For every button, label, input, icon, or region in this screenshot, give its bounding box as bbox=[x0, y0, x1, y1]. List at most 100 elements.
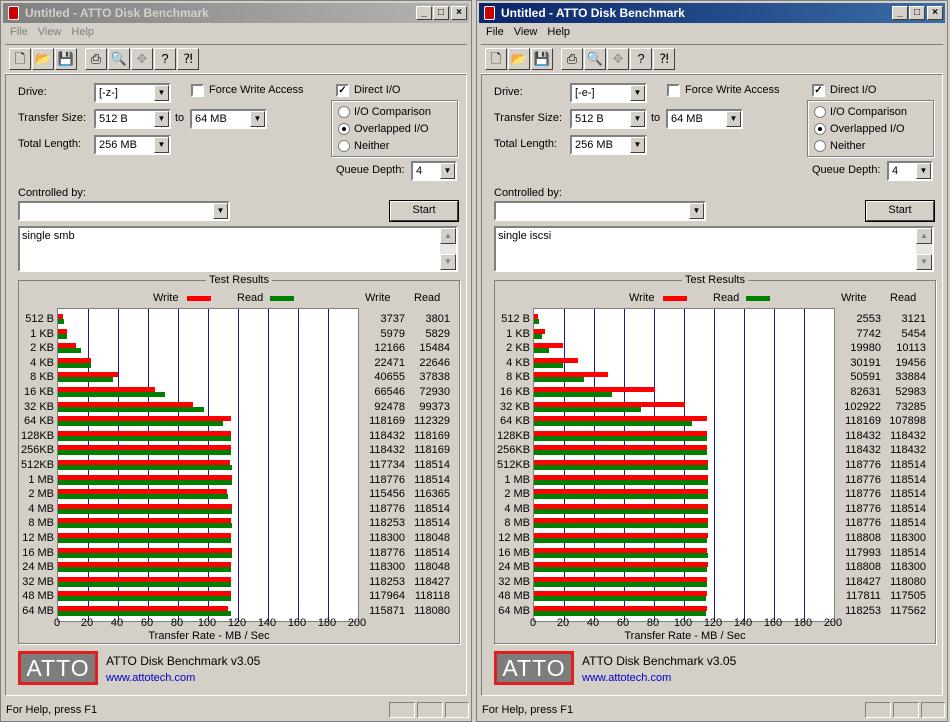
force-write-checkbox[interactable] bbox=[191, 84, 204, 97]
status-text: For Help, press F1 bbox=[482, 704, 574, 716]
write-value: 12166 bbox=[374, 342, 405, 355]
window-title: Untitled - ATTO Disk Benchmark bbox=[501, 6, 685, 20]
write-value: 92478 bbox=[374, 400, 405, 413]
toolbar: 🗋 📂 💾 ⎙ 🔍 ✥ ? ⁈ bbox=[481, 44, 943, 74]
help-icon[interactable]: ? bbox=[154, 48, 176, 70]
write-value: 82631 bbox=[850, 386, 881, 398]
io-comparison-radio[interactable] bbox=[814, 106, 826, 118]
save-icon[interactable]: 💾 bbox=[531, 48, 553, 70]
menu-help[interactable]: Help bbox=[542, 24, 575, 40]
controlled-by-select[interactable]: ▼ bbox=[494, 201, 706, 221]
menu-help[interactable]: Help bbox=[66, 24, 99, 40]
queue-depth-select[interactable]: 4 ▼ bbox=[411, 161, 457, 181]
context-help-icon[interactable]: ⁈ bbox=[177, 48, 199, 70]
menu-bar: File View Help bbox=[5, 24, 99, 42]
x-tick-label: 60 bbox=[616, 617, 630, 629]
category-label: 48 MB bbox=[498, 590, 530, 603]
start-button[interactable]: Start bbox=[865, 200, 935, 222]
category-label: 512 B bbox=[25, 313, 54, 325]
start-button[interactable]: Start bbox=[389, 200, 459, 222]
status-bar: For Help, press F1 bbox=[479, 701, 945, 719]
total-length-select[interactable]: 256 MB ▼ bbox=[94, 135, 171, 155]
write-value: 118432 bbox=[369, 444, 405, 457]
neither-radio[interactable] bbox=[338, 140, 350, 152]
drive-select[interactable]: [-e-] ▼ bbox=[570, 83, 647, 103]
save-icon[interactable]: 💾 bbox=[55, 48, 77, 70]
close-button[interactable]: × bbox=[451, 6, 467, 20]
context-help-icon[interactable]: ⁈ bbox=[653, 48, 675, 70]
scrollbar[interactable]: ▲ ▼ bbox=[440, 228, 456, 270]
category-label: 64 MB bbox=[22, 605, 54, 617]
close-button[interactable]: × bbox=[927, 6, 943, 20]
drive-select[interactable]: [-z-] ▼ bbox=[94, 83, 171, 103]
scrollbar[interactable]: ▲ ▼ bbox=[916, 228, 932, 270]
menu-view[interactable]: View bbox=[509, 24, 543, 40]
new-icon[interactable]: 🗋 bbox=[9, 48, 31, 70]
read-value: 118300 bbox=[890, 561, 926, 574]
x-tick-label: 20 bbox=[80, 617, 94, 629]
website-link[interactable]: www.attotech.com bbox=[582, 672, 671, 684]
minimize-button[interactable]: _ bbox=[416, 6, 432, 20]
title-bar[interactable]: Untitled - ATTO Disk Benchmark _ □ × bbox=[3, 3, 469, 23]
category-label: 32 KB bbox=[24, 400, 54, 413]
title-bar[interactable]: Untitled - ATTO Disk Benchmark _ □ × bbox=[479, 3, 945, 23]
controlled-by-select[interactable]: ▼ bbox=[18, 201, 230, 221]
move-icon[interactable]: ✥ bbox=[131, 48, 153, 70]
to-label: to bbox=[651, 112, 661, 124]
open-icon[interactable]: 📂 bbox=[32, 48, 54, 70]
write-value: 118776 bbox=[845, 517, 881, 530]
drive-label: Drive: bbox=[18, 86, 47, 98]
transfer-to-select[interactable]: 64 MB ▼ bbox=[666, 109, 743, 129]
write-value: 7742 bbox=[856, 327, 881, 340]
menu-file[interactable]: File bbox=[481, 24, 509, 40]
write-value: 118776 bbox=[845, 459, 881, 471]
write-value: 118300 bbox=[369, 532, 405, 544]
minimize-button[interactable]: _ bbox=[892, 6, 908, 20]
force-write-checkbox[interactable] bbox=[667, 84, 680, 97]
print-icon[interactable]: ⎙ bbox=[85, 48, 107, 70]
write-value: 118776 bbox=[845, 502, 881, 515]
write-value: 115871 bbox=[369, 605, 405, 617]
help-icon[interactable]: ? bbox=[630, 48, 652, 70]
direct-io-checkbox[interactable]: ✓ bbox=[336, 84, 349, 97]
read-value: 19456 bbox=[895, 356, 926, 369]
print-icon[interactable]: ⎙ bbox=[561, 48, 583, 70]
open-icon[interactable]: 📂 bbox=[508, 48, 530, 70]
website-link[interactable]: www.attotech.com bbox=[106, 672, 195, 684]
print-preview-icon[interactable]: 🔍 bbox=[108, 48, 130, 70]
x-tick-label: 120 bbox=[703, 617, 723, 629]
write-value: 118432 bbox=[845, 429, 881, 442]
overlapped-io-radio[interactable] bbox=[338, 123, 350, 135]
transfer-from-select[interactable]: 512 B ▼ bbox=[570, 109, 647, 129]
transfer-from-select[interactable]: 512 B ▼ bbox=[94, 109, 171, 129]
transfer-to-select[interactable]: 64 MB ▼ bbox=[190, 109, 267, 129]
direct-io-checkbox[interactable]: ✓ bbox=[812, 84, 825, 97]
new-icon[interactable]: 🗋 bbox=[485, 48, 507, 70]
write-value: 2553 bbox=[856, 313, 881, 325]
category-label: 2 MB bbox=[28, 488, 54, 501]
x-tick-label: 60 bbox=[140, 617, 154, 629]
menu-view[interactable]: View bbox=[33, 24, 67, 40]
write-value: 102922 bbox=[844, 400, 881, 413]
description-textbox[interactable]: single iscsi ▲ ▼ bbox=[494, 226, 934, 272]
overlapped-io-label: Overlapped I/O bbox=[354, 123, 429, 135]
neither-radio[interactable] bbox=[814, 140, 826, 152]
move-icon[interactable]: ✥ bbox=[607, 48, 629, 70]
category-label: 16 KB bbox=[24, 386, 54, 398]
io-comparison-label: I/O Comparison bbox=[354, 106, 432, 118]
to-label: to bbox=[175, 112, 185, 124]
maximize-button[interactable]: □ bbox=[433, 6, 449, 20]
write-value: 118253 bbox=[369, 517, 405, 530]
overlapped-io-label: Overlapped I/O bbox=[830, 123, 905, 135]
io-comparison-radio[interactable] bbox=[338, 106, 350, 118]
category-label: 64 KB bbox=[500, 415, 530, 428]
overlapped-io-radio[interactable] bbox=[814, 123, 826, 135]
description-textbox[interactable]: single smb ▲ ▼ bbox=[18, 226, 458, 272]
category-label: 1 KB bbox=[30, 327, 54, 340]
queue-depth-select[interactable]: 4 ▼ bbox=[887, 161, 933, 181]
drive-label: Drive: bbox=[494, 86, 523, 98]
menu-file[interactable]: File bbox=[5, 24, 33, 40]
maximize-button[interactable]: □ bbox=[909, 6, 925, 20]
print-preview-icon[interactable]: 🔍 bbox=[584, 48, 606, 70]
total-length-select[interactable]: 256 MB ▼ bbox=[570, 135, 647, 155]
